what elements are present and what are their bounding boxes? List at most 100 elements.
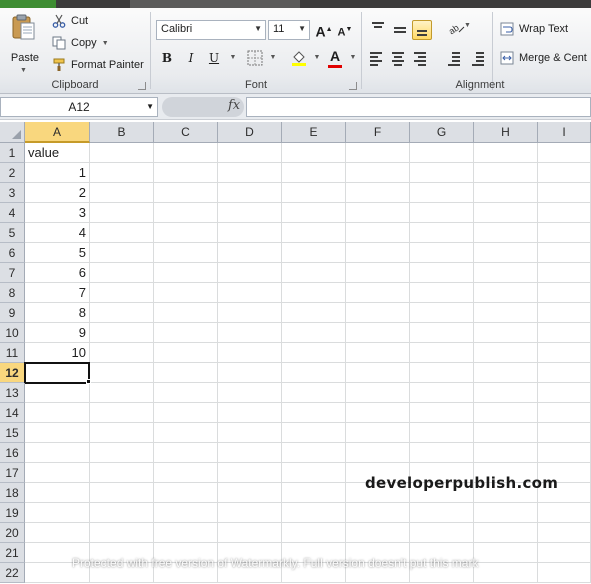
cell-e13[interactable] <box>282 383 346 403</box>
cell-a4[interactable]: 3 <box>25 203 90 223</box>
cell-a9[interactable]: 8 <box>25 303 90 323</box>
cell-h1[interactable] <box>474 143 538 163</box>
cell-c17[interactable] <box>154 463 218 483</box>
cell-h8[interactable] <box>474 283 538 303</box>
cell-e12[interactable] <box>282 363 346 383</box>
cell-h3[interactable] <box>474 183 538 203</box>
cell-i14[interactable] <box>538 403 591 423</box>
cell-h19[interactable] <box>474 503 538 523</box>
cell-i6[interactable] <box>538 243 591 263</box>
copy-button[interactable]: Copy ▼ <box>52 34 109 52</box>
name-box[interactable]: A12 ▼ <box>0 97 158 117</box>
font-name-select[interactable]: Calibri ▼ <box>156 20 266 40</box>
row-header-13[interactable]: 13 <box>0 383 25 403</box>
align-left-button[interactable] <box>366 48 386 68</box>
row-header-4[interactable]: 4 <box>0 203 25 223</box>
cell-a13[interactable] <box>25 383 90 403</box>
cell-b1[interactable] <box>90 143 154 163</box>
cell-g6[interactable] <box>410 243 474 263</box>
cell-h10[interactable] <box>474 323 538 343</box>
cell-g14[interactable] <box>410 403 474 423</box>
cell-d1[interactable] <box>218 143 282 163</box>
chevron-down-icon[interactable]: ▼ <box>307 48 327 68</box>
cell-a17[interactable] <box>25 463 90 483</box>
cell-h21[interactable] <box>474 543 538 563</box>
cell-c10[interactable] <box>154 323 218 343</box>
cell-b14[interactable] <box>90 403 154 423</box>
cell-h5[interactable] <box>474 223 538 243</box>
cell-d2[interactable] <box>218 163 282 183</box>
cell-b20[interactable] <box>90 523 154 543</box>
cell-i16[interactable] <box>538 443 591 463</box>
cell-h22[interactable] <box>474 563 538 583</box>
cell-f4[interactable] <box>346 203 410 223</box>
cell-c2[interactable] <box>154 163 218 183</box>
grow-font-button[interactable]: A▲ <box>314 20 334 40</box>
cell-a10[interactable]: 9 <box>25 323 90 343</box>
underline-button[interactable]: U <box>204 48 224 68</box>
cell-e7[interactable] <box>282 263 346 283</box>
cell-g9[interactable] <box>410 303 474 323</box>
cell-f9[interactable] <box>346 303 410 323</box>
cell-b5[interactable] <box>90 223 154 243</box>
chevron-down-icon[interactable]: ▼ <box>254 24 262 33</box>
row-header-22[interactable]: 22 <box>0 563 25 583</box>
insert-function-icon[interactable]: fx <box>228 98 240 113</box>
cell-d5[interactable] <box>218 223 282 243</box>
align-bottom-button[interactable] <box>412 20 432 40</box>
row-header-3[interactable]: 3 <box>0 183 25 203</box>
merge-center-button[interactable]: Merge & Cent <box>500 49 587 67</box>
row-header-1[interactable]: 1 <box>0 143 25 163</box>
cell-g15[interactable] <box>410 423 474 443</box>
align-top-button[interactable] <box>368 18 388 38</box>
cell-f5[interactable] <box>346 223 410 243</box>
orientation-button[interactable]: ab <box>446 18 466 38</box>
row-header-12[interactable]: 12 <box>0 363 25 383</box>
cell-g19[interactable] <box>410 503 474 523</box>
cell-i2[interactable] <box>538 163 591 183</box>
cell-b19[interactable] <box>90 503 154 523</box>
cell-g3[interactable] <box>410 183 474 203</box>
cell-g7[interactable] <box>410 263 474 283</box>
cell-a19[interactable] <box>25 503 90 523</box>
cell-e17[interactable] <box>282 463 346 483</box>
cell-i3[interactable] <box>538 183 591 203</box>
align-center-button[interactable] <box>388 48 408 68</box>
cell-f10[interactable] <box>346 323 410 343</box>
row-header-21[interactable]: 21 <box>0 543 25 563</box>
cell-c18[interactable] <box>154 483 218 503</box>
cell-g16[interactable] <box>410 443 474 463</box>
cut-button[interactable]: Cut <box>52 12 88 30</box>
row-header-14[interactable]: 14 <box>0 403 25 423</box>
chevron-down-icon[interactable]: ▼ <box>464 22 484 42</box>
chevron-down-icon[interactable]: ▼ <box>298 24 306 33</box>
cell-d16[interactable] <box>218 443 282 463</box>
dialog-launcher-icon[interactable] <box>138 82 146 90</box>
cell-e1[interactable] <box>282 143 346 163</box>
cell-d10[interactable] <box>218 323 282 343</box>
cell-i15[interactable] <box>538 423 591 443</box>
chevron-down-icon[interactable]: ▼ <box>146 98 154 116</box>
column-header-a[interactable]: A <box>25 122 90 143</box>
cell-h16[interactable] <box>474 443 538 463</box>
row-header-20[interactable]: 20 <box>0 523 25 543</box>
cell-c5[interactable] <box>154 223 218 243</box>
wrap-text-button[interactable]: Wrap Text <box>500 20 568 38</box>
cell-b6[interactable] <box>90 243 154 263</box>
row-header-17[interactable]: 17 <box>0 463 25 483</box>
cell-f6[interactable] <box>346 243 410 263</box>
chevron-down-icon[interactable]: ▼ <box>20 67 27 74</box>
cell-e15[interactable] <box>282 423 346 443</box>
cell-g1[interactable] <box>410 143 474 163</box>
decrease-indent-button[interactable] <box>444 48 464 68</box>
cell-e9[interactable] <box>282 303 346 323</box>
cell-f19[interactable] <box>346 503 410 523</box>
select-all-button[interactable] <box>0 122 25 143</box>
cell-a8[interactable]: 7 <box>25 283 90 303</box>
cell-i5[interactable] <box>538 223 591 243</box>
cell-h15[interactable] <box>474 423 538 443</box>
fill-color-button[interactable] <box>289 48 309 68</box>
shrink-font-button[interactable]: A▼ <box>335 20 355 40</box>
cell-f7[interactable] <box>346 263 410 283</box>
cell-c6[interactable] <box>154 243 218 263</box>
